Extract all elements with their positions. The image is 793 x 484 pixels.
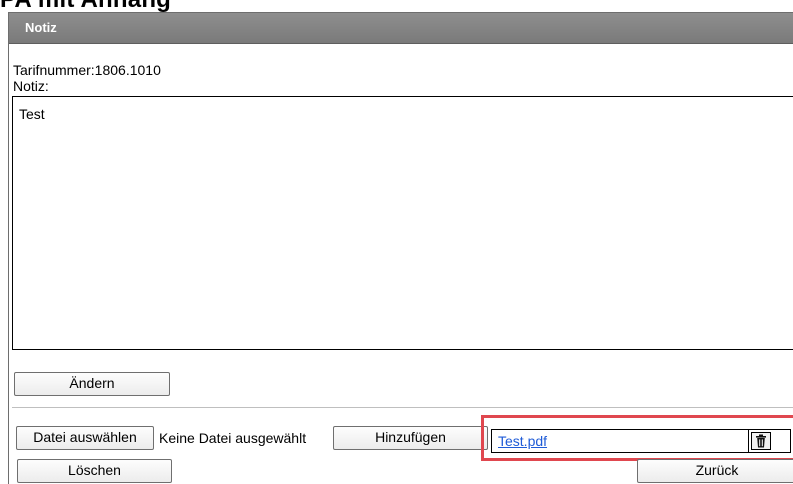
- panel-header: Notiz: [9, 13, 793, 44]
- notiz-label: Notiz:: [13, 78, 49, 94]
- delete-attachment-button[interactable]: [751, 432, 771, 450]
- divider: [12, 407, 793, 408]
- note-textarea[interactable]: Test: [12, 96, 793, 350]
- file-status-text: Keine Datei ausgewählt: [159, 430, 307, 446]
- attachment-separator: [748, 430, 749, 452]
- tarif-number: Tarifnummer:1806.1010: [13, 62, 161, 78]
- note-panel: Notiz Tarifnummer:1806.1010 Notiz: Test …: [8, 12, 793, 484]
- datei-auswaehlen-button[interactable]: Datei auswählen: [16, 426, 154, 450]
- attachment-link[interactable]: Test.pdf: [498, 432, 547, 450]
- attachment-box: Test.pdf: [491, 429, 791, 453]
- aendern-button[interactable]: Ändern: [14, 372, 170, 396]
- hinzufuegen-button[interactable]: Hinzufügen: [333, 426, 488, 450]
- loeschen-button[interactable]: Löschen: [17, 459, 172, 483]
- zurueck-button[interactable]: Zurück: [637, 459, 793, 483]
- page: PA mit Anhang Notiz Tarifnummer:1806.101…: [0, 0, 793, 484]
- trash-icon: [756, 434, 766, 448]
